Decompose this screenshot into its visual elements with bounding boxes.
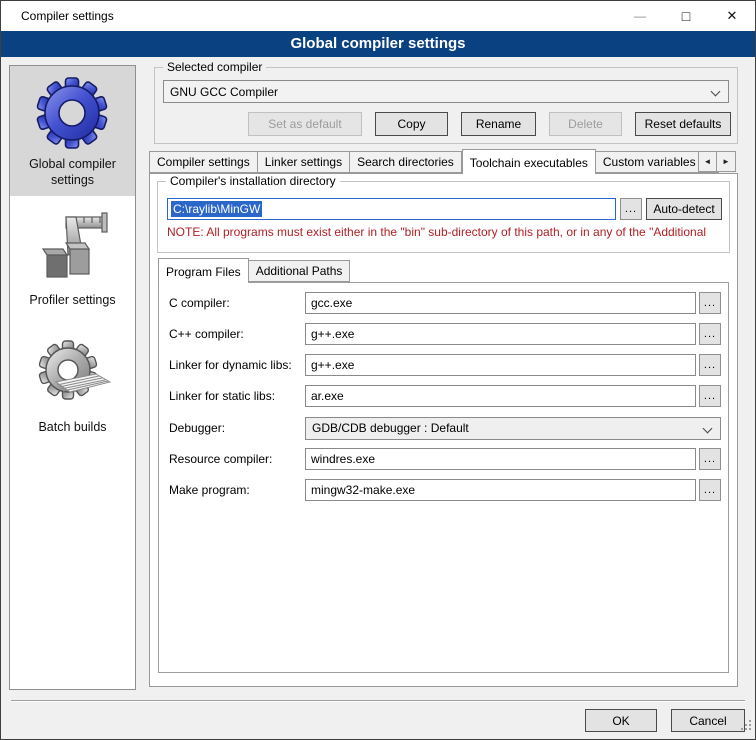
tab-scroll-right-button[interactable]: ► xyxy=(717,151,736,172)
tab-compiler-settings[interactable]: Compiler settings xyxy=(149,151,258,173)
auto-detect-button[interactable]: Auto-detect xyxy=(646,198,722,220)
maximize-icon: □ xyxy=(682,8,690,24)
sidebar-item-label: Profiler settings xyxy=(12,293,133,309)
tab-scroll-controls: ◄ ► xyxy=(698,151,736,172)
minimize-icon: — xyxy=(634,9,646,23)
subtab-additional-paths[interactable]: Additional Paths xyxy=(249,260,351,282)
reset-defaults-button[interactable]: Reset defaults xyxy=(635,112,731,136)
field-label: Make program: xyxy=(169,483,305,497)
c-compiler-browse-button[interactable]: ... xyxy=(699,292,721,314)
field-row-c-compiler: C compiler: ... xyxy=(169,292,721,314)
close-button[interactable]: ✕ xyxy=(709,1,755,31)
selected-compiler-legend: Selected compiler xyxy=(163,60,266,74)
field-label: Linker for static libs: xyxy=(169,389,305,403)
debugger-select-value: GDB/CDB debugger : Default xyxy=(312,421,469,435)
field-label: Resource compiler: xyxy=(169,452,305,466)
compiler-actions: Set as default Copy Rename Delete Reset … xyxy=(155,112,731,136)
titlebar: Compiler settings — □ ✕ xyxy=(1,1,755,31)
field-label: C compiler: xyxy=(169,296,305,310)
cancel-button[interactable]: Cancel xyxy=(671,709,745,732)
tab-toolchain-executables[interactable]: Toolchain executables xyxy=(462,149,596,174)
selected-compiler-group: Selected compiler GNU GCC Compiler Set a… xyxy=(154,67,738,144)
sidebar-item-label: Batch builds xyxy=(12,420,133,436)
field-row-resource-compiler: Resource compiler: ... xyxy=(169,448,721,470)
sidebar-item-batch-builds[interactable]: Batch builds xyxy=(10,329,135,444)
caliper-icon xyxy=(30,209,115,289)
close-icon: ✕ xyxy=(727,8,738,24)
chevron-down-icon xyxy=(711,87,721,97)
chevron-down-icon xyxy=(703,423,713,433)
field-row-static-linker: Linker for static libs: ... xyxy=(169,385,721,407)
window-title: Compiler settings xyxy=(21,9,114,23)
footer-divider xyxy=(11,700,745,702)
installation-directory-row: C:\raylib\MinGW ... Auto-detect xyxy=(167,198,722,220)
compiler-select[interactable]: GNU GCC Compiler xyxy=(163,80,729,103)
arrow-left-icon: ◄ xyxy=(704,157,712,166)
maximize-button[interactable]: □ xyxy=(663,1,709,31)
ok-button[interactable]: OK xyxy=(585,709,657,732)
set-as-default-button[interactable]: Set as default xyxy=(248,112,362,136)
settings-tabstrip: Compiler settings Linker settings Search… xyxy=(149,151,702,174)
tab-linker-settings[interactable]: Linker settings xyxy=(258,151,350,173)
copy-button[interactable]: Copy xyxy=(375,112,448,136)
installation-directory-browse-button[interactable]: ... xyxy=(620,198,642,220)
compiler-select-value: GNU GCC Compiler xyxy=(170,85,278,99)
dialog-heading: Global compiler settings xyxy=(1,31,755,57)
field-row-debugger: Debugger: GDB/CDB debugger : Default xyxy=(169,417,721,439)
executables-subtabstrip: Program Files Additional Paths xyxy=(158,260,350,283)
sidebar-item-label: Global compiler settings xyxy=(12,157,133,188)
toolchain-executables-page: Compiler's installation directory C:\ray… xyxy=(149,173,738,687)
cpp-compiler-input[interactable] xyxy=(305,323,696,345)
compiler-settings-dialog: Compiler settings — □ ✕ Global compiler … xyxy=(0,0,756,740)
rename-button[interactable]: Rename xyxy=(461,112,536,136)
static-linker-browse-button[interactable]: ... xyxy=(699,385,721,407)
resize-grip-icon[interactable] xyxy=(740,718,752,736)
subtab-program-files[interactable]: Program Files xyxy=(158,258,249,283)
debugger-select[interactable]: GDB/CDB debugger : Default xyxy=(305,417,721,440)
dynamic-linker-input[interactable] xyxy=(305,354,696,376)
resource-compiler-input[interactable] xyxy=(305,448,696,470)
installation-note: NOTE: All programs must exist either in … xyxy=(167,225,727,239)
settings-category-list: Global compiler settings xyxy=(9,65,136,690)
make-program-input[interactable] xyxy=(305,479,696,501)
sidebar-item-global-compiler-settings[interactable]: Global compiler settings xyxy=(10,66,135,196)
sidebar-item-profiler-settings[interactable]: Profiler settings xyxy=(10,202,135,317)
blue-gear-icon xyxy=(30,73,115,153)
tab-custom-variables[interactable]: Custom variables xyxy=(596,151,704,173)
dynamic-linker-browse-button[interactable]: ... xyxy=(699,354,721,376)
arrow-right-icon: ► xyxy=(722,157,730,166)
cpp-compiler-browse-button[interactable]: ... xyxy=(699,323,721,345)
make-program-browse-button[interactable]: ... xyxy=(699,479,721,501)
minimize-button[interactable]: — xyxy=(617,1,663,31)
field-label: Linker for dynamic libs: xyxy=(169,358,305,372)
delete-button[interactable]: Delete xyxy=(549,112,622,136)
tab-scroll-left-button[interactable]: ◄ xyxy=(698,151,717,172)
gray-gear-stack-icon xyxy=(30,336,115,416)
installation-directory-legend: Compiler's installation directory xyxy=(166,174,340,188)
field-label: Debugger: xyxy=(169,421,305,435)
installation-directory-group: Compiler's installation directory C:\ray… xyxy=(157,181,730,253)
static-linker-input[interactable] xyxy=(305,385,696,407)
resource-compiler-browse-button[interactable]: ... xyxy=(699,448,721,470)
installation-directory-input[interactable]: C:\raylib\MinGW xyxy=(167,198,616,220)
program-files-page: C compiler: ... C++ compiler: ... Linker… xyxy=(158,282,729,673)
tab-search-directories[interactable]: Search directories xyxy=(350,151,462,173)
field-row-make-program: Make program: ... xyxy=(169,479,721,501)
field-label: C++ compiler: xyxy=(169,327,305,341)
field-row-dynamic-linker: Linker for dynamic libs: ... xyxy=(169,354,721,376)
c-compiler-input[interactable] xyxy=(305,292,696,314)
field-row-cpp-compiler: C++ compiler: ... xyxy=(169,323,721,345)
installation-directory-value: C:\raylib\MinGW xyxy=(171,201,262,217)
